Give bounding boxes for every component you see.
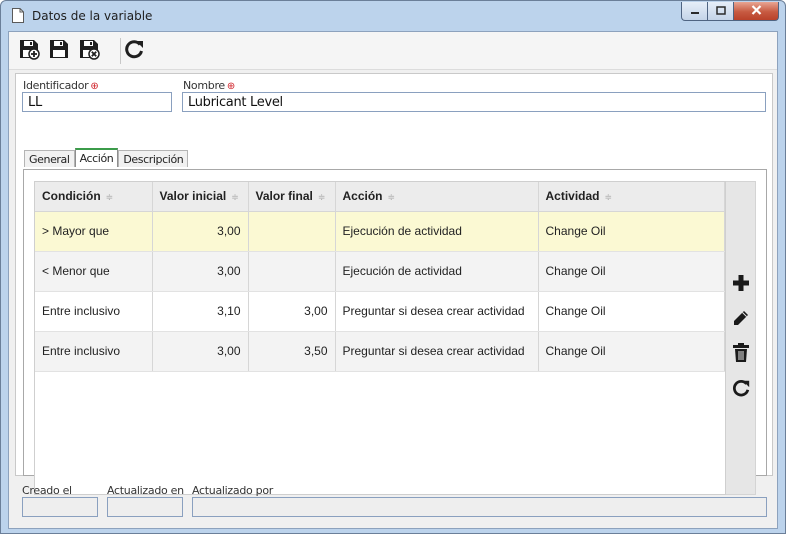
save-new-button[interactable] bbox=[17, 38, 41, 62]
sort-icon: ≑ bbox=[317, 192, 326, 203]
table-row[interactable]: Entre inclusivo 3,10 3,00 Preguntar si d… bbox=[35, 291, 725, 332]
required-icon: ⊕ bbox=[226, 81, 235, 92]
cell-valor-inicial: 3,00 bbox=[152, 211, 249, 252]
required-icon: ⊕ bbox=[90, 81, 99, 92]
save-button[interactable] bbox=[47, 38, 71, 62]
cell-valor-inicial: 3,00 bbox=[152, 331, 249, 372]
save-close-icon bbox=[78, 38, 100, 63]
creado-el-label: Creado el bbox=[22, 484, 72, 497]
cell-accion: Ejecución de actividad bbox=[335, 251, 539, 292]
maximize-icon bbox=[715, 4, 726, 18]
accion-tab-panel: Condición ≑ Valor inicial ≑ Valor final ≑ A… bbox=[23, 169, 767, 495]
column-header-valor-inicial[interactable]: Valor inicial ≑ bbox=[152, 182, 249, 212]
sort-icon: ≑ bbox=[387, 192, 396, 203]
cell-valor-final bbox=[248, 211, 336, 252]
add-button[interactable] bbox=[731, 274, 751, 294]
cell-accion: Preguntar si desea crear actividad bbox=[335, 331, 539, 372]
tab-accion[interactable]: Acción bbox=[74, 148, 119, 167]
toolbar bbox=[9, 32, 777, 70]
cell-valor-inicial: 3,00 bbox=[152, 251, 249, 292]
refresh-button[interactable] bbox=[122, 38, 146, 62]
edit-icon bbox=[732, 309, 750, 330]
refresh-icon bbox=[123, 38, 145, 63]
toolbar-separator bbox=[120, 38, 121, 64]
table-row[interactable]: Entre inclusivo 3,00 3,50 Preguntar si d… bbox=[35, 331, 725, 372]
cell-accion: Ejecución de actividad bbox=[335, 211, 539, 252]
conditions-grid: Condición ≑ Valor inicial ≑ Valor final ≑ A… bbox=[34, 181, 726, 495]
window-title: Datos de la variable bbox=[32, 9, 153, 23]
save-new-icon bbox=[18, 38, 40, 63]
tab-general[interactable]: General bbox=[24, 150, 75, 167]
cell-condicion: > Mayor que bbox=[35, 211, 153, 252]
close-icon bbox=[751, 4, 762, 18]
grid-action-bar bbox=[726, 181, 756, 495]
cell-actividad: Change Oil bbox=[538, 211, 725, 252]
table-row[interactable]: > Mayor que 3,00 Ejecución de actividad … bbox=[35, 211, 725, 252]
title-bar[interactable]: Datos de la variable bbox=[1, 1, 785, 31]
sort-icon: ≑ bbox=[604, 192, 613, 203]
dialog-client: Identificador ⊕ LL Nombre ⊕ Lubricant Leve… bbox=[8, 31, 778, 529]
refresh-grid-button[interactable] bbox=[731, 379, 751, 399]
cell-valor-final bbox=[248, 251, 336, 292]
cell-accion: Preguntar si desea crear actividad bbox=[335, 291, 539, 332]
tab-descripcion[interactable]: Descripción bbox=[118, 150, 189, 167]
nombre-label: Nombre ⊕ bbox=[183, 79, 235, 92]
delete-icon bbox=[732, 342, 750, 366]
sort-icon: ≑ bbox=[105, 192, 114, 203]
sort-icon: ≑ bbox=[231, 192, 239, 203]
tab-bar: General Acción Descripción bbox=[24, 148, 189, 168]
column-header-accion[interactable]: Acción ≑ bbox=[335, 182, 539, 212]
actualizado-por-label: Actualizado por bbox=[192, 484, 273, 497]
nombre-input[interactable]: Lubricant Level bbox=[182, 92, 766, 112]
document-icon bbox=[12, 8, 24, 23]
identificador-label: Identificador ⊕ bbox=[23, 79, 99, 92]
save-icon bbox=[48, 38, 70, 63]
grid-header-row: Condición ≑ Valor inicial ≑ Valor final ≑ A… bbox=[35, 182, 725, 212]
add-icon bbox=[732, 274, 750, 295]
delete-button[interactable] bbox=[731, 342, 751, 366]
variable-form: Identificador ⊕ LL Nombre ⊕ Lubricant Leve… bbox=[15, 73, 773, 495]
column-header-valor-final[interactable]: Valor final ≑ bbox=[248, 182, 336, 212]
cell-actividad: Change Oil bbox=[538, 251, 725, 292]
refresh-icon bbox=[731, 378, 751, 401]
actualizado-en-field bbox=[107, 497, 183, 517]
minimize-button[interactable] bbox=[681, 2, 708, 21]
column-header-condicion[interactable]: Condición ≑ bbox=[35, 182, 153, 212]
window: Datos de la variable Identificador ⊕ LL … bbox=[0, 0, 786, 534]
cell-condicion: Entre inclusivo bbox=[35, 331, 153, 372]
maximize-button[interactable] bbox=[708, 2, 734, 21]
minimize-icon bbox=[690, 4, 700, 18]
table-row[interactable]: < Menor que 3,00 Ejecución de actividad … bbox=[35, 251, 725, 292]
actualizado-por-field bbox=[192, 497, 767, 517]
cell-valor-inicial: 3,10 bbox=[152, 291, 249, 332]
creado-el-field bbox=[22, 497, 98, 517]
cell-actividad: Change Oil bbox=[538, 331, 725, 372]
edit-button[interactable] bbox=[731, 309, 751, 329]
actualizado-en-label: Actualizado en bbox=[107, 484, 184, 497]
cell-valor-final: 3,50 bbox=[248, 331, 336, 372]
cell-actividad: Change Oil bbox=[538, 291, 725, 332]
save-close-button[interactable] bbox=[77, 38, 101, 62]
close-button[interactable] bbox=[734, 2, 779, 21]
identificador-input[interactable]: LL bbox=[22, 92, 172, 112]
cell-condicion: Entre inclusivo bbox=[35, 291, 153, 332]
column-header-actividad[interactable]: Actividad ≑ bbox=[538, 182, 725, 212]
cell-valor-final: 3,00 bbox=[248, 291, 336, 332]
cell-condicion: < Menor que bbox=[35, 251, 153, 292]
